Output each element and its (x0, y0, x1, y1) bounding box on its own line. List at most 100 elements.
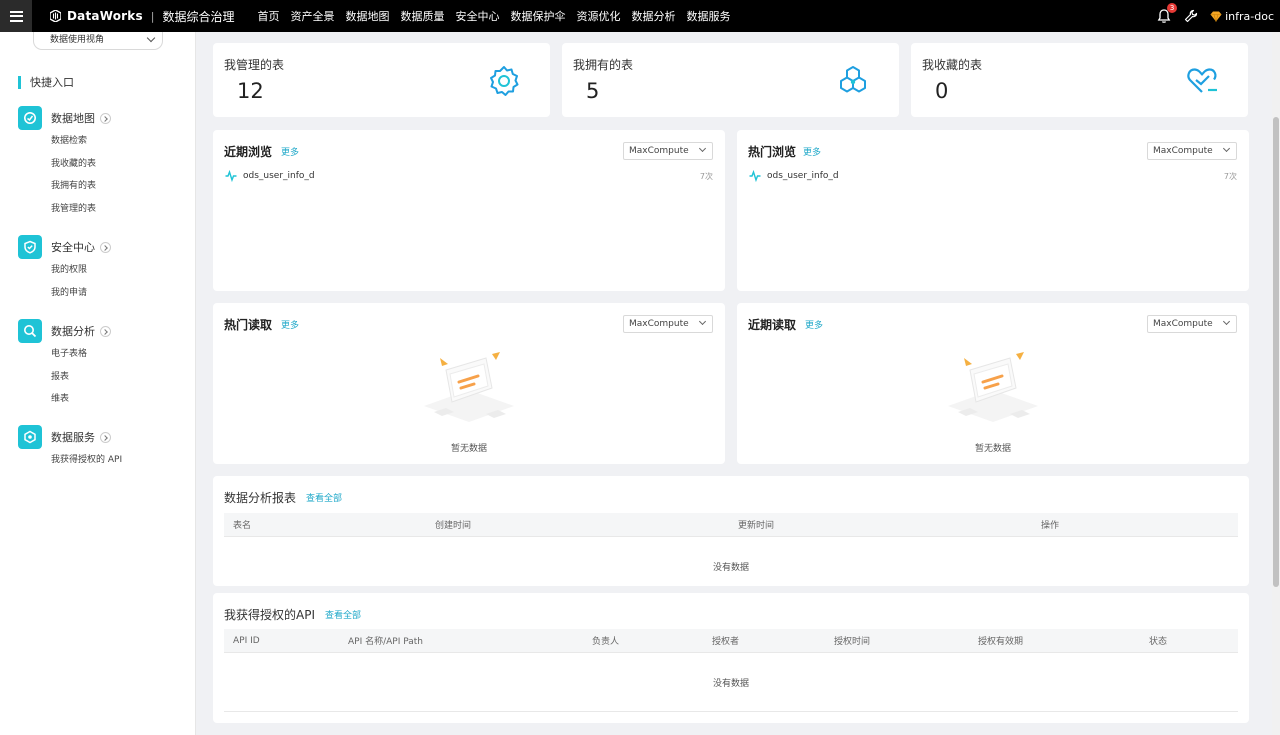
notification-badge: 3 (1167, 3, 1178, 13)
sidebar-item-authorized-api[interactable]: 我获得授权的 API (51, 449, 122, 472)
empty-table-text: 没有数据 (712, 563, 749, 573)
sidebar-item-my-owned[interactable]: 我拥有的表 (51, 175, 111, 198)
user-menu[interactable]: infra-doc (1210, 10, 1274, 23)
sidebar-item-my-permissions[interactable]: 我的权限 (51, 259, 111, 282)
brand[interactable]: DataWorks | 数据综合治理 (50, 8, 235, 25)
sidebar-group-data-map: 数据地图 数据检索 我收藏的表 我拥有的表 我管理的表 (18, 106, 111, 220)
chevron-down-icon (698, 144, 707, 153)
panel-recent-browse: 近期浏览 更多 MaxCompute ods_user_info_d 7次 (213, 130, 725, 291)
scrollbar-thumb[interactable] (1273, 117, 1279, 587)
top-bar: DataWorks | 数据综合治理 首页 资产全景 数据地图 数据质量 安全中… (0, 0, 1280, 32)
chevron-right-icon[interactable] (100, 241, 111, 253)
wrench-icon[interactable] (1184, 9, 1198, 23)
list-item[interactable]: ods_user_info_d 7次 (749, 169, 1237, 183)
nav-data-service[interactable]: 数据服务 (687, 8, 731, 24)
dataworks-logo-icon (50, 10, 61, 22)
top-right-tools: 3 infra-doc (1156, 0, 1280, 32)
column-header: 更新时间 (738, 521, 775, 531)
sidebar-group-title: 数据地图 (51, 112, 95, 125)
panel-title: 热门浏览 (748, 145, 797, 159)
nav-resource-optimization[interactable]: 资源优化 (577, 8, 621, 24)
data-analysis-icon (18, 319, 42, 343)
empty-state-text: 暂无数据 (450, 444, 487, 454)
more-link[interactable]: 更多 (805, 318, 823, 331)
sidebar-item-my-managed[interactable]: 我管理的表 (51, 198, 111, 221)
more-link[interactable]: 更多 (281, 145, 299, 158)
column-header: 负责人 (592, 637, 620, 647)
nav-home[interactable]: 首页 (258, 8, 280, 24)
more-link[interactable]: 更多 (803, 145, 821, 158)
more-link[interactable]: 更多 (281, 318, 299, 331)
table-header: API ID API 名称/API Path 负责人 授权者 授权时间 授权有效… (224, 629, 1238, 652)
nav-data-analysis[interactable]: 数据分析 (632, 8, 676, 24)
engine-select[interactable]: MaxCompute (1147, 315, 1237, 333)
column-header: 授权有效期 (978, 637, 1024, 647)
column-header: API ID (233, 635, 260, 646)
empty-state-illustration (948, 352, 1038, 422)
table-name: ods_user_info_d (243, 171, 315, 181)
panel-recent-read: 近期读取 更多 MaxCompute 暂无数据 (737, 303, 1249, 464)
bell-icon[interactable]: 3 (1156, 3, 1178, 24)
table-header: 表名 创建时间 更新时间 操作 (224, 513, 1238, 536)
nav-data-protection[interactable]: 数据保护伞 (511, 8, 566, 24)
engine-select[interactable]: MaxCompute (1147, 142, 1237, 160)
engine-select[interactable]: MaxCompute (623, 315, 713, 333)
sidebar-item-spreadsheet[interactable]: 电子表格 (51, 343, 111, 366)
sidebar-item-my-favorites[interactable]: 我收藏的表 (51, 153, 111, 176)
chevron-down-icon (1222, 317, 1231, 326)
sidebar-group-title: 数据分析 (51, 325, 95, 338)
chevron-right-icon[interactable] (100, 112, 111, 124)
quick-entry-title: 快捷入口 (18, 76, 74, 89)
stat-value: 0 (935, 79, 949, 103)
visit-count: 7次 (699, 171, 713, 181)
sidebar-item-data-search[interactable]: 数据检索 (51, 130, 111, 153)
column-header: 表名 (233, 521, 252, 531)
stat-title: 我管理的表 (224, 58, 285, 72)
sidebar-group-header[interactable]: 数据服务 (18, 425, 122, 449)
sidebar-item-my-requests[interactable]: 我的申请 (51, 282, 111, 305)
view-all-link[interactable]: 查看全部 (325, 608, 361, 621)
nav-data-quality[interactable]: 数据质量 (401, 8, 445, 24)
stat-card-favorites[interactable]: 我收藏的表 0 (911, 43, 1248, 117)
stat-title: 我收藏的表 (922, 58, 983, 72)
panel-title: 近期浏览 (224, 145, 273, 159)
brand-subtitle: 数据综合治理 (162, 9, 235, 24)
column-header: 授权者 (712, 637, 740, 647)
engine-select[interactable]: MaxCompute (623, 142, 713, 160)
stat-card-owned[interactable]: 我拥有的表 5 (562, 43, 899, 117)
divider (224, 711, 1238, 712)
nav-data-map[interactable]: 数据地图 (346, 8, 390, 24)
brand-name: DataWorks (67, 9, 143, 23)
stat-card-managed[interactable]: 我管理的表 12 (213, 43, 550, 117)
sidebar-group-header[interactable]: 数据地图 (18, 106, 111, 130)
diamond-icon (1210, 11, 1222, 22)
sidebar-group-title: 数据服务 (51, 431, 95, 444)
page-scrollbar[interactable] (1272, 32, 1280, 735)
chevron-right-icon[interactable] (100, 431, 111, 443)
stat-value: 12 (237, 79, 264, 103)
chevron-down-icon (146, 33, 156, 43)
section-title: 我获得授权的API (224, 608, 315, 622)
hamburger-menu-icon[interactable] (0, 0, 32, 32)
divider (224, 652, 1238, 653)
sidebar: 数据使用视角 快捷入口 数据地图 数据检索 我收藏的表 我拥有的表 我管理的表 … (0, 32, 196, 735)
sidebar-group-header[interactable]: 数据分析 (18, 319, 111, 343)
view-all-link[interactable]: 查看全部 (306, 491, 342, 504)
gear-icon (490, 66, 519, 96)
empty-state-text: 暂无数据 (974, 444, 1011, 454)
sidebar-item-report[interactable]: 报表 (51, 366, 111, 389)
stat-value: 5 (586, 79, 600, 103)
engine-select-value: MaxCompute (629, 319, 689, 329)
apis-section: 我获得授权的API 查看全部 API ID API 名称/API Path 负责… (213, 593, 1249, 723)
view-perspective-select[interactable]: 数据使用视角 (33, 32, 163, 50)
sidebar-item-dimension-table[interactable]: 维表 (51, 388, 111, 411)
visit-count: 7次 (1223, 171, 1237, 181)
list-item[interactable]: ods_user_info_d 7次 (225, 169, 713, 183)
sidebar-group-data-analysis: 数据分析 电子表格 报表 维表 (18, 319, 111, 411)
chevron-down-icon (698, 317, 707, 326)
chevron-right-icon[interactable] (100, 325, 111, 337)
sidebar-group-header[interactable]: 安全中心 (18, 235, 111, 259)
nav-asset-overview[interactable]: 资产全景 (291, 8, 335, 24)
panel-title: 近期读取 (748, 318, 797, 332)
nav-security-center[interactable]: 安全中心 (456, 8, 500, 24)
